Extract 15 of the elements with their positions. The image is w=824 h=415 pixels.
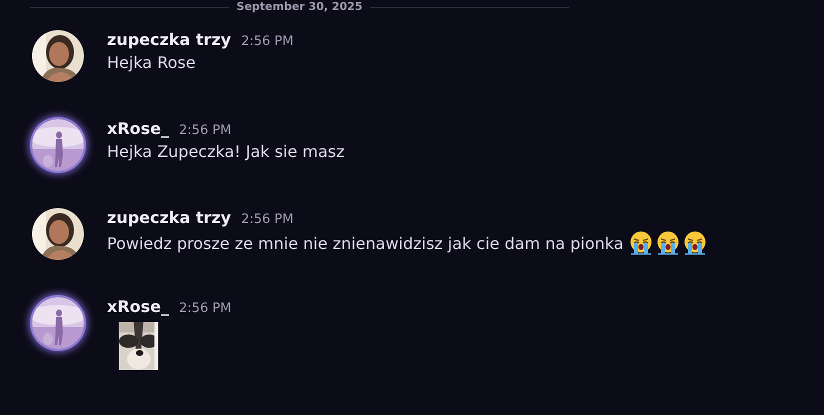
username[interactable]: zupeczka trzy [107, 208, 232, 227]
timestamp: 2:56 PM [241, 212, 294, 227]
timestamp: 2:56 PM [179, 301, 232, 316]
username[interactable]: zupeczka trzy [107, 30, 232, 49]
crying-face-icon [628, 231, 653, 255]
timestamp: 2:56 PM [179, 123, 232, 138]
date-divider: September 30, 2025 [236, 0, 362, 14]
message-text: Powiedz prosze ze mnie nie znienawidzisz jak cie dam na pionka [107, 234, 624, 252]
timestamp: 2:56 PM [241, 34, 294, 49]
crying-face-icon [682, 231, 707, 255]
message-text: Hejka Rose [107, 53, 196, 72]
message-text: Hejka Zupeczka! Jak sie masz [107, 142, 344, 161]
crying-face-icon [656, 231, 680, 255]
username[interactable]: xRose_ [107, 297, 170, 316]
username[interactable]: xRose_ [107, 119, 170, 138]
